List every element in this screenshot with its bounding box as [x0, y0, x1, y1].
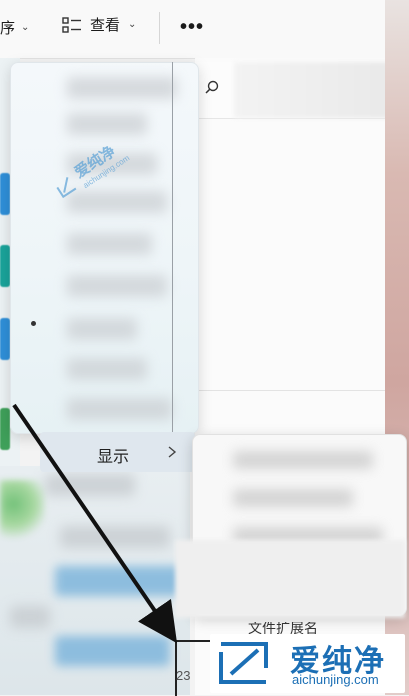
- desktop-app-icon[interactable]: [0, 408, 10, 450]
- submenu-item-blurred[interactable]: [233, 489, 353, 507]
- chevron-down-icon: ⌄: [21, 22, 30, 33]
- menu-item-blurred[interactable]: [60, 526, 170, 548]
- view-button[interactable]: 查看 ⌄: [62, 14, 136, 35]
- menu-item-blurred[interactable]: [67, 77, 177, 99]
- menu-item-blurred[interactable]: [67, 191, 167, 213]
- toolbar: 序 ⌄ 查看 ⌄ •••: [0, 0, 385, 59]
- menu-item-blurred[interactable]: [10, 606, 50, 628]
- pane-divider: [195, 390, 385, 391]
- menu-item-blurred[interactable]: [67, 233, 152, 255]
- submenu-item-blurred[interactable]: [233, 451, 373, 469]
- watermark-big: 爱纯净 aichunjing.com: [210, 634, 405, 693]
- context-menu: [10, 62, 199, 434]
- view-label: 查看: [90, 17, 121, 34]
- watermark-big-en: aichunjing.com: [292, 672, 379, 687]
- search-icon: [205, 80, 219, 94]
- list-view-icon: [62, 16, 81, 33]
- menu-item-highlighted[interactable]: [55, 636, 170, 666]
- menu-item-blurred[interactable]: [67, 358, 147, 380]
- desktop-app-icon[interactable]: [0, 173, 10, 215]
- menu-item-show-label: 显示: [97, 449, 130, 466]
- chevron-right-icon: [168, 446, 177, 458]
- partial-number: 23: [176, 668, 191, 683]
- search-input[interactable]: [234, 62, 394, 118]
- menu-item-blurred[interactable]: [67, 113, 147, 135]
- toolbar-divider: [159, 12, 160, 44]
- sort-label: 序: [0, 20, 16, 37]
- menu-item-blurred[interactable]: [67, 318, 137, 340]
- desktop-app-icon[interactable]: [0, 318, 10, 360]
- desktop-app-icon[interactable]: [0, 245, 10, 287]
- selected-bullet-icon: [31, 321, 36, 326]
- menu-item-blurred[interactable]: [67, 398, 172, 420]
- submenu-item-file-extensions[interactable]: 文件扩展名: [248, 622, 318, 634]
- chevron-down-icon: ⌄: [128, 19, 137, 30]
- desktop-app-icon[interactable]: [0, 480, 45, 540]
- more-options-button[interactable]: •••: [180, 16, 204, 39]
- menu-item-highlighted[interactable]: [55, 566, 195, 596]
- menu-border-line: [172, 62, 173, 434]
- aichunjing-logo-icon: [219, 642, 268, 684]
- menu-item-blurred[interactable]: [67, 275, 167, 297]
- sort-button[interactable]: 序 ⌄: [0, 17, 29, 38]
- submenu-item-blurred[interactable]: [175, 540, 405, 618]
- menu-item-blurred[interactable]: [45, 474, 135, 496]
